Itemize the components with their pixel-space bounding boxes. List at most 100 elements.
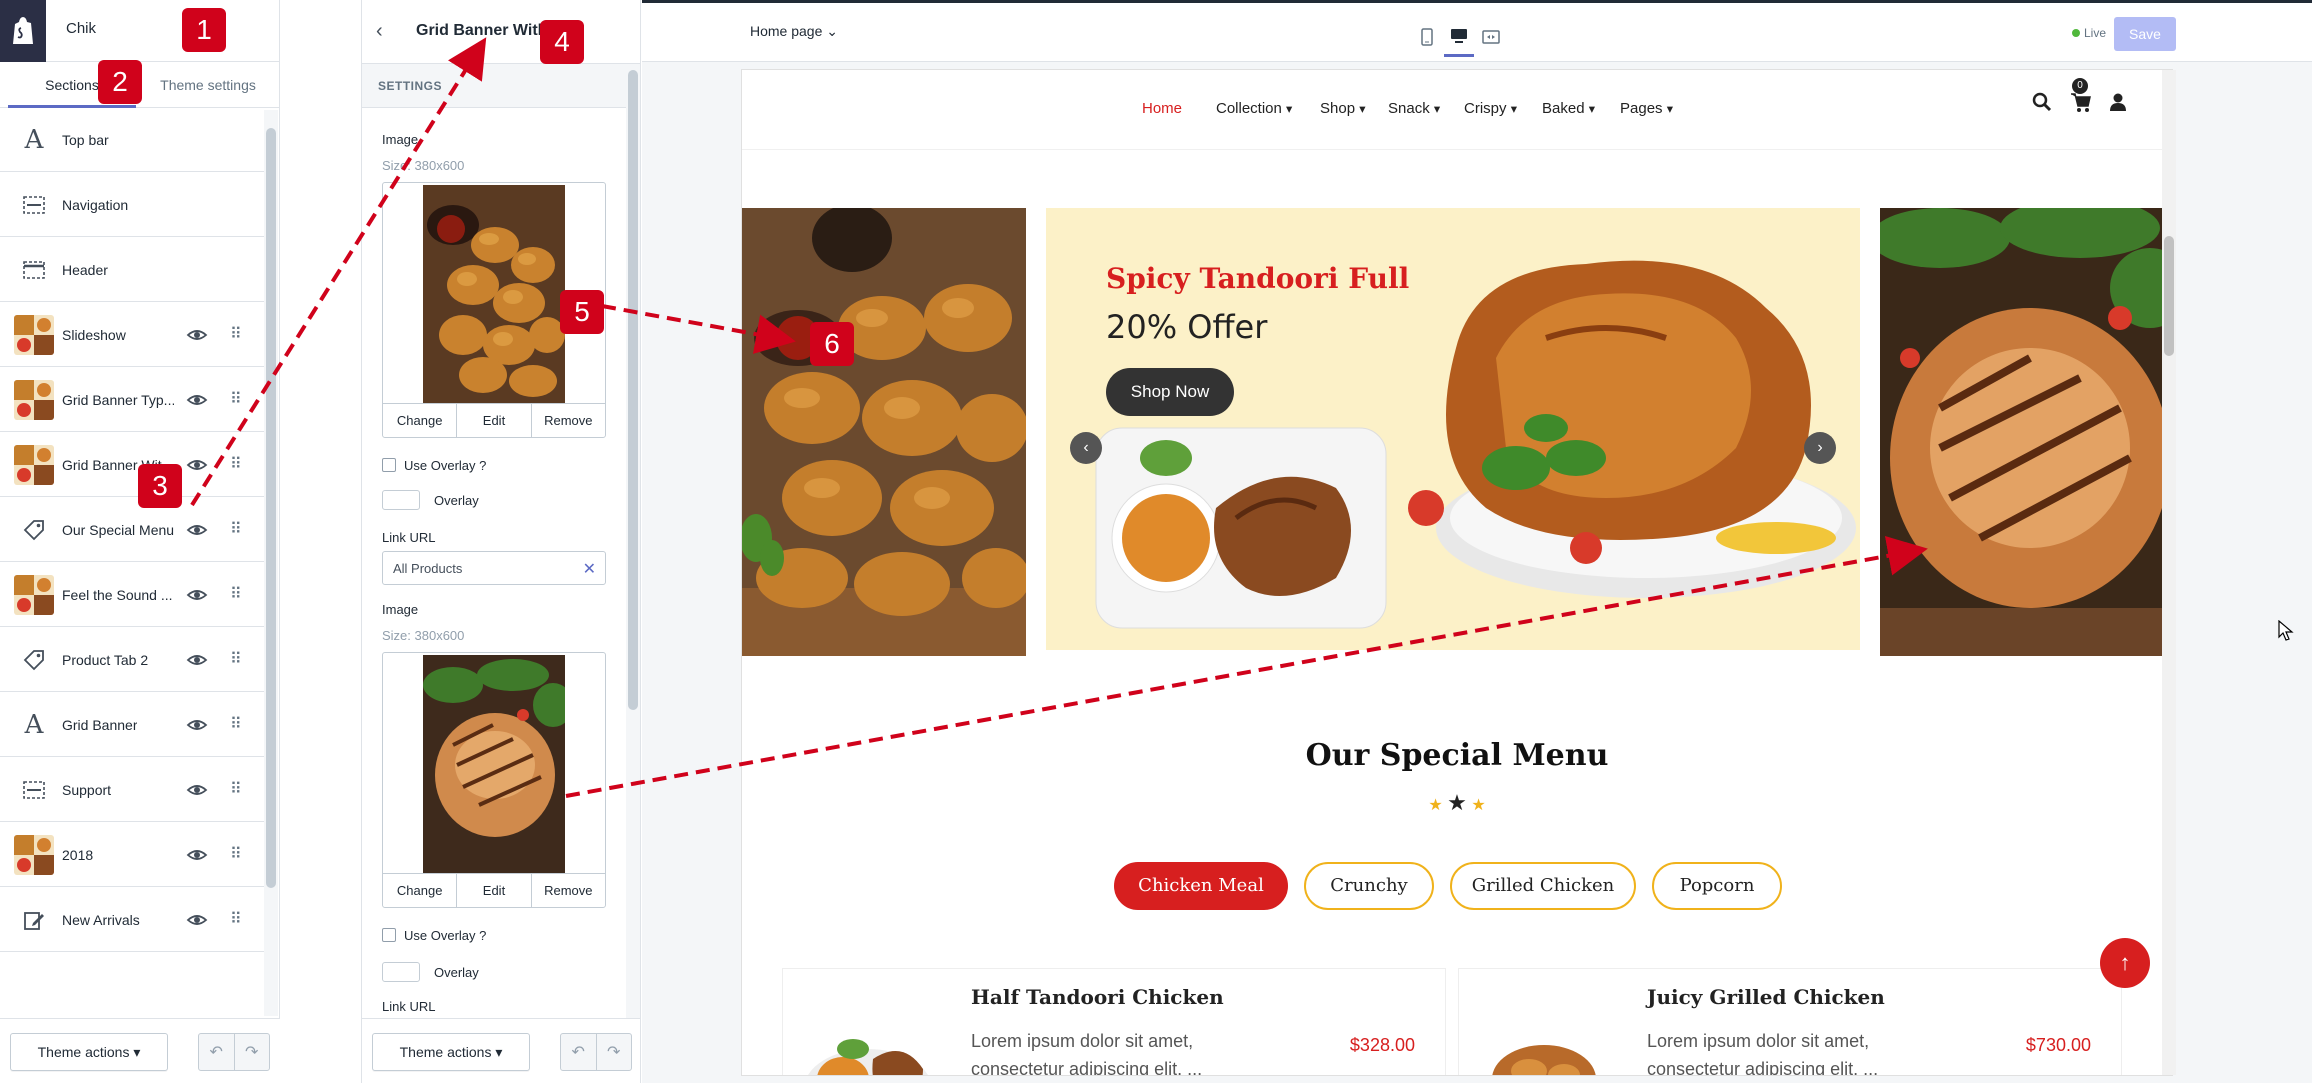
drag-handle-icon[interactable]: ⠿ (230, 649, 242, 671)
sidebar-item-grid-banner[interactable]: A Grid Banner ⠿ (0, 693, 264, 757)
edit-image-button[interactable]: Edit (457, 404, 532, 437)
eye-icon[interactable] (186, 714, 208, 736)
drag-handle-icon[interactable]: ⠿ (230, 909, 242, 931)
nav-snack[interactable]: Snack ▾ (1388, 100, 1440, 117)
sidebar-item-label: Feel the Sound ... (62, 586, 173, 603)
slide-prev-icon[interactable]: ‹ (1070, 432, 1102, 464)
edit-image-button[interactable]: Edit (457, 874, 532, 907)
redo-icon[interactable]: ↷ (235, 1034, 270, 1070)
image-action-buttons: Change Edit Remove (383, 873, 605, 907)
grid-banner-right-image[interactable] (1880, 208, 2172, 656)
back-to-top-icon[interactable]: ↑ (2100, 938, 2150, 988)
eye-icon[interactable] (186, 584, 208, 606)
eye-icon[interactable] (186, 909, 208, 931)
use-overlay-checkbox[interactable] (382, 458, 396, 472)
sidebar-item-feel-the-sound[interactable]: Feel the Sound ... ⠿ (0, 563, 264, 627)
search-icon[interactable] (2032, 92, 2056, 116)
preview-scrollbar[interactable] (2162, 70, 2176, 1075)
eye-icon[interactable] (186, 389, 208, 411)
eye-icon[interactable] (186, 454, 208, 476)
menu-tab-popcorn[interactable]: Popcorn (1652, 862, 1782, 910)
image-preview-nuggets[interactable] (423, 185, 565, 403)
live-dot-icon (2072, 29, 2080, 37)
drag-handle-icon[interactable]: ⠿ (230, 389, 242, 411)
grid-banner-left-image[interactable] (742, 208, 1026, 656)
preview-scrollbar-thumb[interactable] (2164, 236, 2174, 356)
sidebar-item-header[interactable]: Header (0, 238, 264, 302)
image-size-hint: Size: 380x600 (382, 628, 465, 643)
nav-pages[interactable]: Pages ▾ (1620, 100, 1673, 117)
menu-tab-crunchy[interactable]: Crunchy (1304, 862, 1434, 910)
drag-handle-icon[interactable]: ⠿ (230, 324, 242, 346)
drag-handle-icon[interactable]: ⠿ (230, 779, 242, 801)
page-selector-label: Home page (750, 23, 823, 39)
change-image-button[interactable]: Change (383, 874, 458, 907)
settings-label-bar: SETTINGS (362, 64, 626, 108)
nav-crispy[interactable]: Crispy ▾ (1464, 100, 1517, 117)
shopify-logo-icon[interactable] (0, 0, 46, 62)
sidebar-item-grid-banner-typ[interactable]: Grid Banner Typ... ⠿ (0, 368, 264, 432)
menu-tab-grilled-chicken[interactable]: Grilled Chicken (1450, 862, 1636, 910)
cart-icon[interactable] (2070, 92, 2094, 116)
eye-icon[interactable] (186, 649, 208, 671)
menu-tab-chicken-meal[interactable]: Chicken Meal (1114, 862, 1288, 910)
sidebar-item-2018[interactable]: 2018 ⠿ (0, 823, 264, 887)
sidebar-item-navigation[interactable]: Navigation (0, 173, 264, 237)
settings-scrollbar-thumb[interactable] (628, 70, 638, 710)
sidebar-item-slideshow[interactable]: Slideshow ⠿ (0, 303, 264, 367)
shop-now-button[interactable]: Shop Now (1106, 368, 1234, 416)
clear-link-icon[interactable]: ✕ (583, 559, 596, 579)
section-thumbnail (14, 834, 54, 875)
undo-icon[interactable]: ↶ (199, 1034, 235, 1070)
shop-name[interactable]: Chik (66, 20, 96, 37)
remove-image-button[interactable]: Remove (532, 404, 605, 437)
redo-icon[interactable]: ↷ (597, 1034, 632, 1070)
sidebar-item-product-tab-2[interactable]: Product Tab 2 ⠿ (0, 628, 264, 692)
back-arrow-icon[interactable]: ‹ (376, 20, 398, 42)
drag-handle-icon[interactable]: ⠿ (230, 519, 242, 541)
account-icon[interactable] (2108, 92, 2132, 116)
sidebar-item-support[interactable]: Support ⠿ (0, 758, 264, 822)
save-button[interactable]: Save (2114, 17, 2176, 51)
fullscreen-view-icon[interactable] (1476, 17, 1506, 57)
undo-icon[interactable]: ↶ (561, 1034, 597, 1070)
settings-title: Grid Banner With (416, 22, 548, 39)
nav-baked[interactable]: Baked ▾ (1542, 100, 1595, 117)
live-label: Live (2084, 26, 2107, 40)
nav-shop[interactable]: Shop ▾ (1320, 100, 1366, 117)
remove-image-button[interactable]: Remove (532, 874, 605, 907)
eye-icon[interactable] (186, 324, 208, 346)
overlay-color-swatch[interactable] (382, 962, 420, 982)
menu-card[interactable]: Half Tandoori Chicken Lorem ipsum dolor … (782, 968, 1446, 1075)
drag-handle-icon[interactable]: ⠿ (230, 714, 242, 736)
eye-icon[interactable] (186, 779, 208, 801)
page-selector[interactable]: Home page ⌄ (750, 23, 838, 40)
change-image-button[interactable]: Change (383, 404, 458, 437)
desktop-view-icon[interactable] (1444, 17, 1474, 57)
tab-theme-settings[interactable]: Theme settings (146, 62, 270, 108)
use-overlay-checkbox[interactable] (382, 928, 396, 942)
eye-icon[interactable] (186, 844, 208, 866)
overlay-color-swatch[interactable] (382, 490, 420, 510)
slide-next-icon[interactable]: › (1804, 432, 1836, 464)
drag-handle-icon[interactable]: ⠿ (230, 584, 242, 606)
editor-topbar: Home page ⌄ Live Save (642, 0, 2312, 62)
sidebar-item-new-arrivals[interactable]: New Arrivals ⠿ (0, 888, 264, 952)
tag-icon (14, 510, 54, 550)
drag-handle-icon[interactable]: ⠿ (230, 844, 242, 866)
sidebar-item-our-special-menu[interactable]: Our Special Menu ⠿ (0, 498, 264, 562)
nav-collection[interactable]: Collection ▾ (1216, 100, 1292, 117)
sidebar-item-grid-banner-wit[interactable]: Grid Banner Wit... ⠿ (0, 433, 264, 497)
theme-actions-button[interactable]: Theme actions ▾ (372, 1033, 530, 1071)
menu-card[interactable]: Juicy Grilled Chicken Lorem ipsum dolor … (1458, 968, 2122, 1075)
undo-redo-group: ↶ ↷ (198, 1033, 270, 1071)
nav-home[interactable]: Home (1142, 100, 1182, 117)
image-preview-grilled-chicken[interactable] (423, 655, 565, 873)
mobile-view-icon[interactable] (1412, 17, 1442, 57)
drag-handle-icon[interactable]: ⠿ (230, 454, 242, 476)
eye-icon[interactable] (186, 519, 208, 541)
theme-actions-button[interactable]: Theme actions ▾ (10, 1033, 168, 1071)
sidebar-scrollbar-thumb[interactable] (266, 128, 276, 888)
link-url-field[interactable]: All Products ✕ (382, 551, 606, 585)
sidebar-item-top-bar[interactable]: A Top bar (0, 108, 264, 172)
